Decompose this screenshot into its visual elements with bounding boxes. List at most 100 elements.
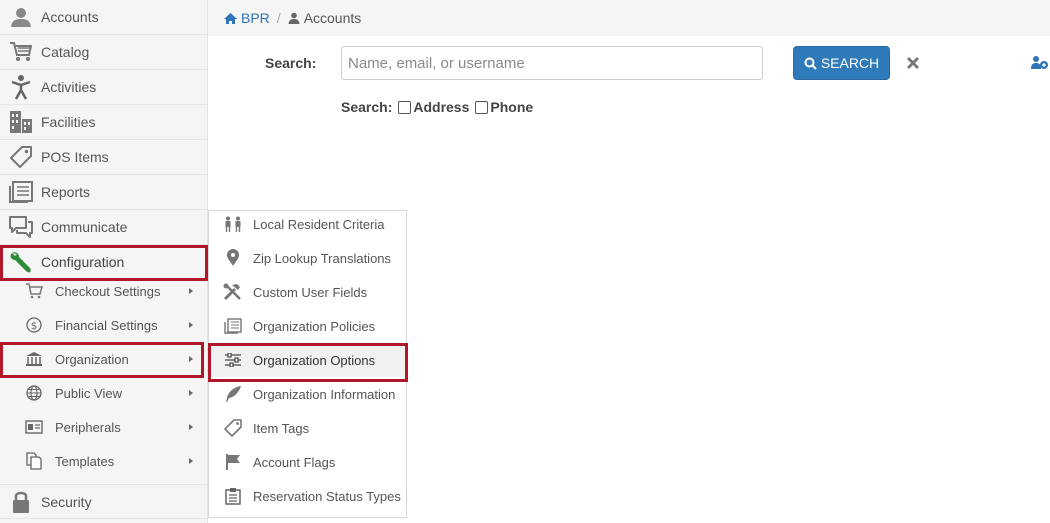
menu-item-organization-policies[interactable]: Organization Policies [209,309,406,343]
sidebar-item-security[interactable]: Security [0,484,207,519]
globe-icon [20,376,48,410]
chevron-right-icon [189,356,193,362]
menu-item-label: Local Resident Criteria [253,216,385,232]
sidebar-item-catalog[interactable]: Catalog [0,35,207,70]
cart-icon [0,35,41,70]
menu-item-custom-user-fields[interactable]: Custom User Fields [209,275,406,309]
menu-item-label: Reservation Status Types [253,488,401,504]
phone-checkbox-label: Phone [490,99,534,115]
menu-item-local-resident-criteria[interactable]: Local Resident Criteria [209,207,406,241]
cart-icon [20,274,48,308]
menu-item-label: Custom User Fields [253,284,368,300]
sidebar-item-label: POS Items [41,149,109,165]
search-label: Search: [265,55,317,71]
menu-item-reservation-status-types[interactable]: Reservation Status Types [209,479,406,513]
clear-search-button[interactable] [902,52,924,74]
subitem-label: Organization [55,351,129,367]
menu-item-label: Zip Lookup Translations [253,250,392,266]
building-icon [0,105,41,140]
menu-item-organization-information[interactable]: Organization Information [209,377,406,411]
sidebar-item-label: Communicate [41,219,128,235]
sidebar-item-communicate[interactable]: Communicate [0,210,207,245]
activity-person-icon [0,70,41,105]
search-input[interactable] [341,46,763,80]
sidebar-item-label: Catalog [41,44,90,60]
lock-icon [0,484,41,519]
map-pin-icon [222,249,244,267]
sidebar-item-label: Activities [41,79,97,95]
breadcrumb-home-label: BPR [241,10,270,26]
copy-icon [20,444,48,478]
sidebar-item-label: Accounts [41,9,99,25]
menu-item-label: Item Tags [253,420,310,436]
subitem-label: Templates [55,453,115,469]
user-icon [288,12,300,24]
bank-icon [20,342,48,376]
sidebar-item-label: Security [41,493,92,510]
chevron-right-icon [189,288,193,294]
sidebar-item-label: Facilities [41,114,96,130]
menu-item-zip-lookup-translations[interactable]: Zip Lookup Translations [209,241,406,275]
menu-item-account-flags[interactable]: Account Flags [209,445,406,479]
address-checkbox-label: Address [413,99,470,115]
subitem-peripherals[interactable]: Peripherals [0,410,207,444]
id-card-icon [20,410,48,444]
menu-item-item-tags[interactable]: Item Tags [209,411,406,445]
subitem-organization[interactable]: Organization [0,342,207,376]
subitem-label: Checkout Settings [55,283,161,299]
breadcrumb-home-link[interactable]: BPR [223,10,270,26]
search-icon [804,57,817,70]
sidebar-item-facilities[interactable]: Facilities [0,105,207,140]
sidebar-item-activities[interactable]: Activities [0,70,207,105]
search-button[interactable]: SEARCH [793,46,890,80]
chevron-right-icon [189,424,193,430]
sidebar-item-label: Configuration [41,254,125,270]
sidebar-item-pos-items[interactable]: POS Items [0,140,207,175]
chevron-right-icon [189,322,193,328]
sliders-icon [222,353,244,367]
menu-item-label: Organization Information [253,386,396,402]
subitem-checkout-settings[interactable]: Checkout Settings [0,274,207,308]
chevron-right-icon [189,458,193,464]
search-button-label: SEARCH [820,55,880,71]
add-user-button[interactable] [1030,55,1050,73]
home-icon [224,12,237,24]
feather-icon [222,385,244,403]
tag-icon [222,419,244,437]
chat-icon [0,210,41,245]
address-checkbox[interactable] [398,100,412,114]
user-icon [0,0,41,35]
sidebar-item-reports[interactable]: Reports [0,175,207,210]
phone-checkbox[interactable] [475,100,489,114]
sidebar-item-accounts[interactable]: Accounts [0,0,207,35]
chevron-right-icon [189,390,193,396]
subitem-label: Public View [55,385,122,401]
reports-icon [0,175,41,210]
breadcrumb: BPR / Accounts [208,0,1050,36]
menu-item-label: Organization Options [253,352,376,368]
menu-item-label: Account Flags [253,454,336,470]
dollar-circle-icon: $ [20,308,48,342]
search-options: Search: Address Phone [341,99,533,115]
breadcrumb-current: Accounts [288,10,362,26]
subitem-label: Financial Settings [55,317,158,333]
tag-icon [0,140,41,175]
policies-icon [222,318,244,334]
sidebar: Accounts Catalog Activities Facilities P… [0,0,208,523]
subitem-templates[interactable]: Templates [0,444,207,478]
breadcrumb-separator: / [276,10,281,26]
people-icon [222,216,244,232]
sidebar-item-label: Reports [41,184,91,200]
search-options-label: Search: [341,99,393,115]
subitem-public-view[interactable]: Public View [0,376,207,410]
menu-item-organization-options[interactable]: Organization Options [209,343,406,377]
add-user-icon [1031,56,1048,69]
close-icon [906,56,920,70]
subitem-financial-settings[interactable]: $ Financial Settings [0,308,207,342]
tools-icon [222,283,244,301]
breadcrumb-current-label: Accounts [303,10,362,26]
subitem-label: Peripherals [55,419,121,435]
svg-text:$: $ [31,321,37,332]
clipboard-icon [222,487,244,505]
flag-icon [222,453,244,471]
